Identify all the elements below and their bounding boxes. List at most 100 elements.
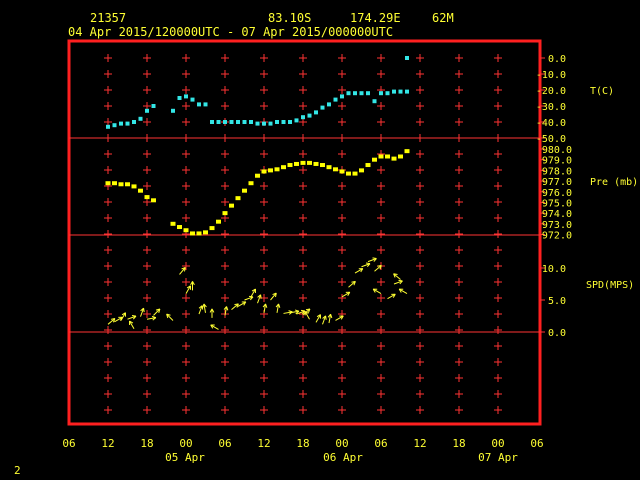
temperature-point [177, 96, 182, 100]
pressure-point [105, 181, 111, 186]
pressure-point [125, 182, 130, 187]
temperature-point [385, 91, 390, 96]
temperature-point [138, 116, 143, 121]
pressure-point [255, 173, 260, 178]
pressure-point [151, 198, 156, 203]
wind-arrow-head [151, 315, 157, 319]
temperature-point [184, 94, 188, 99]
wind-axis-label: SPD(MPS) [586, 280, 634, 291]
temperature-point [379, 91, 383, 96]
temperature-point [203, 102, 208, 107]
wind-arrow-head [265, 303, 268, 308]
x-tick-label: 18 [140, 437, 153, 450]
meteogram: 21357 83.10S 174.29E 62M 04 Apr 2015/120… [0, 0, 640, 480]
wind-tick-label: 0.0 [548, 328, 566, 339]
wind-arrow-head [143, 308, 145, 313]
pressure-point [235, 196, 241, 201]
pressure-point [261, 169, 267, 174]
temperature-point [106, 124, 110, 129]
temperature-point [262, 121, 266, 126]
pressure-point [287, 163, 293, 168]
pressure-point [365, 163, 371, 168]
temperature-point [307, 113, 312, 118]
pressure-point [313, 161, 319, 166]
temperature-point [171, 108, 175, 113]
temperature-point [223, 120, 227, 124]
temp-tick-label: -10.0 [536, 70, 566, 81]
x-tick-label: 00 [491, 437, 504, 450]
x-tick-label: 06 [62, 437, 75, 450]
pressure-point [177, 225, 182, 230]
chart-canvas: 0.0 -10.0 -20.0 -30.0 -40.0 -50.0 T(C) 980.0979… [62, 39, 638, 464]
pressure-point [391, 156, 397, 161]
temperature-point [151, 104, 156, 108]
pressure-tick-label: 975.0 [542, 198, 572, 209]
pressure-point [112, 181, 117, 186]
temperature-point [346, 91, 351, 96]
pressure-point [190, 231, 195, 236]
pressure-point [404, 149, 410, 154]
pressure-point [242, 188, 247, 193]
pressure-point [209, 226, 215, 231]
temperature-point [359, 91, 364, 96]
pressure-point [385, 154, 390, 159]
x-tick-label: 06 [374, 437, 387, 450]
wind-arrow-head [202, 303, 205, 308]
pressure-point [281, 165, 286, 170]
temperature-point [119, 121, 123, 126]
pressure-point [326, 165, 332, 170]
pressure-point [170, 221, 176, 226]
date-label: 05 Apr [165, 451, 205, 464]
temperature-point [242, 120, 247, 124]
pressure-point [131, 184, 137, 189]
pressure-point [203, 230, 208, 235]
temperature-point [268, 121, 273, 126]
wind-arrow-head [300, 309, 306, 312]
temperature-point [255, 121, 260, 126]
pressure-tick-label: 976.0 [542, 188, 572, 199]
temperature-point [372, 99, 377, 104]
wind-arrow-head [398, 279, 403, 282]
pressure-point [346, 171, 351, 176]
pressure-tick-label: 978.0 [542, 166, 572, 177]
wind-arrow-head [372, 257, 377, 260]
x-tick-label: 12 [101, 437, 114, 450]
temp-tick-label: -20.0 [536, 86, 566, 97]
wind-arrow-head [330, 314, 333, 319]
pressure-point [248, 181, 254, 186]
pressure-point [398, 154, 403, 159]
wind-arrow-head [278, 303, 281, 308]
temperature-point [216, 120, 221, 124]
temperature-point [398, 89, 403, 94]
temperature-point [132, 120, 136, 124]
pressure-point [378, 154, 384, 159]
pressure-point [320, 163, 325, 168]
pressure-tick-label: 974.0 [542, 209, 572, 220]
pressure-point [300, 160, 306, 165]
pressure-point [372, 157, 377, 162]
wind-tick-label: 10.0 [542, 264, 566, 275]
x-tick-label: 18 [296, 437, 309, 450]
pressure-axis-label: Pre (mb) [590, 177, 638, 188]
temperature-point [405, 56, 409, 60]
pressure-point [339, 169, 345, 174]
x-tick-label: 00 [179, 437, 192, 450]
temperature-point [229, 120, 234, 124]
date-label: 06 Apr [323, 451, 363, 464]
pressure-point [268, 168, 273, 173]
x-tick-label: 18 [452, 437, 465, 450]
temperature-point [340, 94, 344, 99]
wind-arrow-head [260, 294, 262, 299]
pressure-point [274, 167, 280, 172]
date-label: 07 Apr [478, 451, 518, 464]
pressure-point [216, 219, 221, 224]
x-tick-label: 12 [413, 437, 426, 450]
pressure-tick-label: 973.0 [542, 220, 572, 231]
pressure-point [359, 168, 364, 173]
pressure-point [196, 231, 202, 236]
wind-arrow-head [294, 309, 300, 312]
temperature-point [236, 120, 240, 124]
temp-tick-label: -40.0 [536, 118, 566, 129]
pressure-point [352, 171, 358, 176]
temperature-point [275, 120, 279, 124]
